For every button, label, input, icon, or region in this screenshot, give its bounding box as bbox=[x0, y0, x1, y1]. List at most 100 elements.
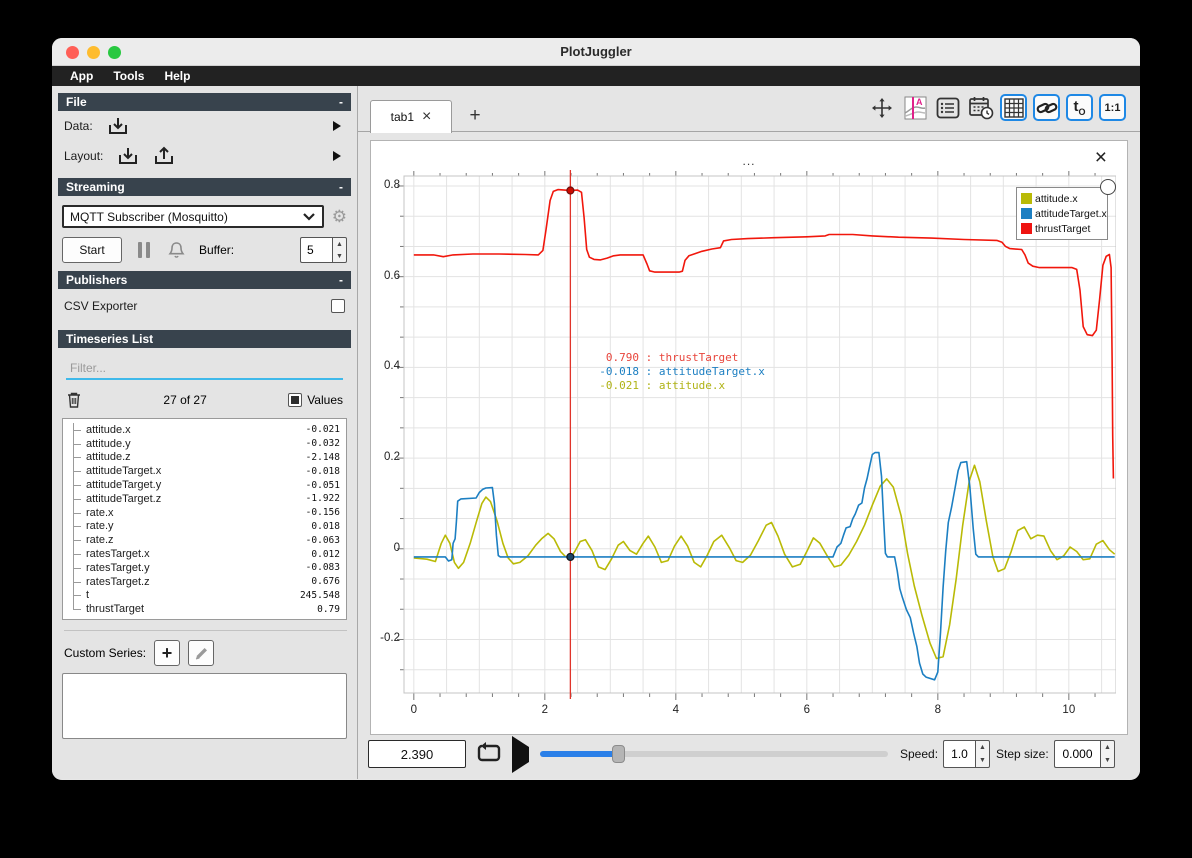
section-header-streaming[interactable]: Streaming - bbox=[58, 178, 351, 196]
tree-branch bbox=[67, 547, 83, 561]
timeseries-item[interactable]: t 245.548 bbox=[67, 588, 340, 603]
timeseries-name[interactable]: attitudeTarget.x bbox=[83, 465, 161, 477]
edit-custom-series-button[interactable] bbox=[188, 640, 215, 666]
datetime-icon[interactable] bbox=[967, 94, 994, 121]
spin-up-icon[interactable]: ▲ bbox=[976, 741, 989, 754]
minimize-window-button[interactable] bbox=[87, 46, 100, 59]
csv-exporter-checkbox[interactable] bbox=[331, 299, 345, 313]
timeseries-name[interactable]: rate.x bbox=[83, 507, 114, 519]
collapse-icon[interactable]: - bbox=[339, 273, 343, 287]
legend-handle-icon[interactable] bbox=[1100, 179, 1116, 195]
ratio-1-1-icon[interactable]: 1:1 bbox=[1099, 94, 1126, 121]
link-axes-icon[interactable] bbox=[1033, 94, 1060, 121]
plot-canvas[interactable] bbox=[396, 168, 1116, 701]
collapse-icon[interactable]: - bbox=[339, 180, 343, 194]
time-field[interactable]: 2.390 bbox=[368, 740, 466, 768]
tracker-series-name: thrustTarget bbox=[658, 351, 739, 364]
save-layout-icon[interactable] bbox=[153, 146, 175, 166]
play-button[interactable] bbox=[508, 735, 532, 773]
timeseries-name[interactable]: ratesTarget.z bbox=[83, 576, 150, 588]
gear-icon[interactable]: ⚙ bbox=[332, 208, 347, 225]
expand-arrow-icon[interactable] bbox=[333, 121, 341, 131]
values-checkbox[interactable] bbox=[288, 393, 303, 407]
buffer-value[interactable]: 5 bbox=[300, 237, 332, 263]
add-custom-series-button[interactable]: + bbox=[154, 640, 181, 666]
close-window-button[interactable] bbox=[66, 46, 79, 59]
step-size-value[interactable]: 0.000 bbox=[1054, 740, 1100, 768]
load-data-icon[interactable] bbox=[107, 116, 129, 136]
legend-entry[interactable]: attitudeTarget.x bbox=[1021, 206, 1107, 221]
speed-value[interactable]: 1.0 bbox=[943, 740, 975, 768]
spin-down-icon[interactable]: ▼ bbox=[976, 754, 989, 767]
buffer-spinbox[interactable]: 5 ▲ ▼ bbox=[300, 237, 347, 263]
timeseries-item[interactable]: attitude.z -2.148 bbox=[67, 450, 340, 465]
timeseries-item[interactable]: ratesTarget.z 0.676 bbox=[67, 574, 340, 589]
menu-item[interactable]: Tools bbox=[105, 69, 152, 83]
section-header-file[interactable]: File - bbox=[58, 93, 351, 111]
trash-icon[interactable] bbox=[66, 391, 82, 409]
add-tab-button[interactable]: + bbox=[462, 104, 488, 128]
bell-icon[interactable] bbox=[168, 241, 185, 259]
timeseries-name[interactable]: thrustTarget bbox=[83, 603, 144, 615]
timeseries-item[interactable]: attitudeTarget.y -0.051 bbox=[67, 478, 340, 492]
timeseries-name[interactable]: attitudeTarget.y bbox=[83, 479, 161, 491]
timeseries-name[interactable]: attitude.x bbox=[83, 424, 131, 436]
slider-handle[interactable] bbox=[612, 745, 626, 763]
spin-down-icon[interactable]: ▼ bbox=[1101, 754, 1114, 767]
section-header-timeseries[interactable]: Timeseries List bbox=[58, 330, 351, 348]
timeseries-name[interactable]: attitude.z bbox=[83, 451, 131, 463]
plot-list-icon[interactable] bbox=[934, 94, 961, 121]
timeseries-name[interactable]: attitudeTarget.z bbox=[83, 493, 161, 505]
collapse-icon[interactable]: - bbox=[339, 95, 343, 109]
timeseries-item[interactable]: thrustTarget 0.79 bbox=[67, 602, 340, 616]
grid-layout-icon[interactable] bbox=[1000, 94, 1027, 121]
spin-up-icon[interactable]: ▲ bbox=[1101, 741, 1114, 754]
timeseries-list[interactable]: attitude.x -0.021 attitude.y -0.032 atti… bbox=[62, 418, 347, 620]
timeseries-item[interactable]: rate.x -0.156 bbox=[67, 505, 340, 520]
start-button[interactable]: Start bbox=[62, 237, 122, 263]
timeseries-name[interactable]: ratesTarget.x bbox=[83, 548, 150, 560]
menu-item[interactable]: Help bbox=[156, 69, 198, 83]
timeline-slider[interactable] bbox=[540, 745, 888, 763]
maximize-window-button[interactable] bbox=[108, 46, 121, 59]
filter-input[interactable] bbox=[66, 358, 343, 380]
timeseries-item[interactable]: attitude.x -0.021 bbox=[67, 423, 340, 437]
pause-icon[interactable] bbox=[138, 242, 150, 258]
tab-tab1[interactable]: tab1 × bbox=[370, 100, 452, 133]
speed-spinbox[interactable]: 1.0 ▲ ▼ bbox=[943, 740, 990, 768]
time-offset-icon[interactable]: tO bbox=[1066, 94, 1093, 121]
timeseries-item[interactable]: attitudeTarget.x -0.018 bbox=[67, 464, 340, 478]
timeseries-item[interactable]: ratesTarget.x 0.012 bbox=[67, 547, 340, 561]
timeseries-item[interactable]: rate.y 0.018 bbox=[67, 519, 340, 534]
tracker-style-icon[interactable]: A bbox=[901, 94, 928, 121]
tree-branch bbox=[67, 478, 83, 492]
plot-legend[interactable]: attitude.x attitudeTarget.x thrustTarget bbox=[1016, 179, 1116, 240]
spin-up-icon[interactable]: ▲ bbox=[333, 238, 346, 250]
timeseries-item[interactable]: rate.z -0.063 bbox=[67, 533, 340, 547]
custom-series-list[interactable] bbox=[62, 673, 347, 739]
timeseries-item[interactable]: attitudeTarget.z -1.922 bbox=[67, 491, 340, 506]
step-size-spinbox[interactable]: 0.000 ▲ ▼ bbox=[1054, 740, 1115, 768]
timeseries-name[interactable]: rate.z bbox=[83, 534, 114, 546]
close-tab-icon[interactable]: × bbox=[422, 109, 431, 125]
plot-title[interactable]: ... bbox=[371, 154, 1127, 168]
tree-branch bbox=[67, 464, 83, 478]
expand-arrow-icon[interactable] bbox=[333, 151, 341, 161]
timeseries-name[interactable]: ratesTarget.y bbox=[83, 562, 150, 574]
load-layout-icon[interactable] bbox=[117, 146, 139, 166]
legend-entry[interactable]: attitude.x bbox=[1021, 191, 1103, 206]
legend-entry[interactable]: thrustTarget bbox=[1021, 221, 1103, 236]
close-plot-icon[interactable]: × bbox=[1095, 147, 1107, 168]
spin-down-icon[interactable]: ▼ bbox=[333, 250, 346, 262]
pan-zoom-icon[interactable] bbox=[868, 94, 895, 121]
timeseries-name[interactable]: rate.y bbox=[83, 520, 114, 532]
loop-icon[interactable] bbox=[476, 741, 504, 767]
timeseries-name[interactable]: attitude.y bbox=[83, 438, 131, 450]
plot-widget[interactable]: ... × 0.8 0.6 0.4 0.2 0 -0.2 0 2 4 6 8 10 attitude… bbox=[370, 140, 1128, 735]
timeseries-item[interactable]: attitude.y -0.032 bbox=[67, 436, 340, 451]
menu-item[interactable]: App bbox=[62, 69, 101, 83]
streaming-source-select[interactable]: MQTT Subscriber (Mosquitto) bbox=[62, 205, 324, 228]
timeseries-item[interactable]: ratesTarget.y -0.083 bbox=[67, 560, 340, 575]
section-header-publishers[interactable]: Publishers - bbox=[58, 271, 351, 289]
timeseries-name[interactable]: t bbox=[83, 589, 89, 601]
